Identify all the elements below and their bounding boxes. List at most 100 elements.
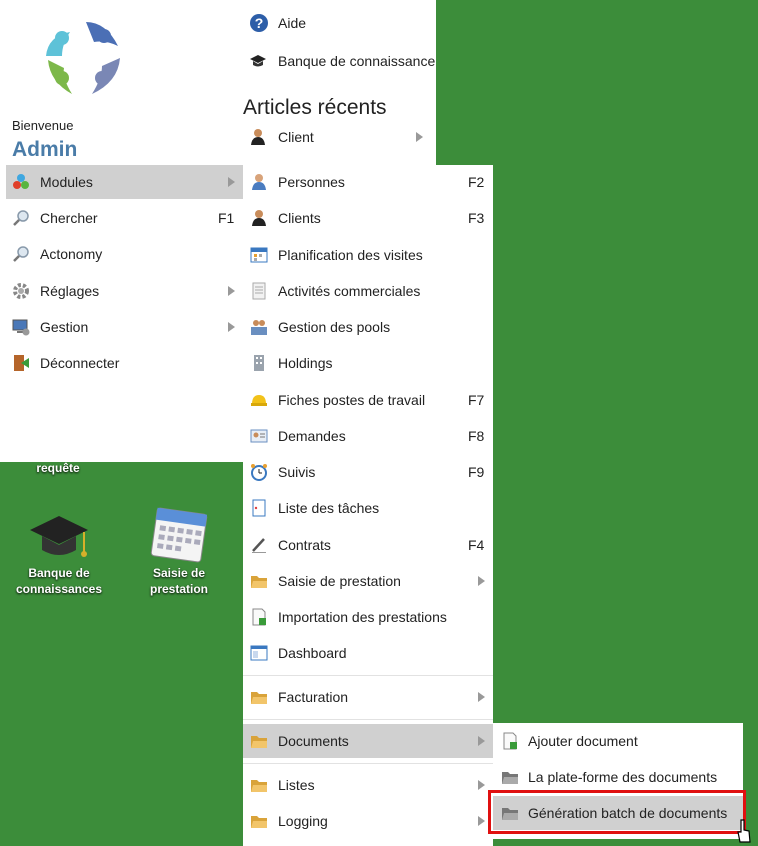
menu-item-module[interactable]: Dashboard [243, 636, 493, 670]
submenu-arrow-icon [478, 576, 485, 586]
hard-hat-icon [251, 395, 267, 406]
menu-item-label: Client [278, 129, 314, 145]
menu-item-banque-connaissance[interactable]: Banque de connaissance [243, 44, 436, 78]
menu-item-label: Facturation [278, 689, 349, 705]
shortcut-key: F2 [468, 174, 485, 190]
shortcut-key: F3 [468, 210, 485, 226]
graduation-cap-icon [30, 516, 88, 557]
menu-item-module[interactable]: Planification des visites [243, 238, 493, 272]
menu-item-label: Demandes [278, 428, 346, 444]
shortcut-key: F4 [468, 537, 485, 553]
menu-item-module[interactable]: Logging [243, 804, 493, 838]
menu-item-label: Saisie de prestation [278, 573, 401, 589]
cubes-icon [13, 174, 29, 189]
folder-gray-icon [502, 772, 518, 784]
menu-item-label: Déconnecter [40, 355, 120, 371]
menu-item-actonomy[interactable]: Actonomy [6, 237, 243, 271]
client-icon [252, 210, 266, 226]
menu-item-module[interactable]: Demandes F8 [243, 419, 493, 453]
menu-separator [243, 763, 493, 764]
menu-item-module[interactable]: Facturation [243, 680, 493, 714]
hand-cursor-icon [737, 819, 751, 843]
menu-item-label: Réglages [40, 283, 100, 299]
graduation-cap-icon [250, 55, 266, 67]
menu-item-module[interactable]: Saisie de prestation [243, 564, 493, 598]
menu-item-module[interactable]: Fiches postes de travail F7 [243, 383, 493, 417]
menu-item-label: Planification des visites [278, 247, 423, 263]
calendar-icon [150, 507, 208, 563]
menu-item-label: Modules [40, 174, 93, 190]
menu-item-label: La plate-forme des documents [528, 769, 718, 785]
menu-item-reglages[interactable]: Réglages [6, 274, 243, 308]
person-icon [252, 174, 266, 190]
menu-item-label: Gestion [40, 319, 89, 335]
submenu-arrow-icon [478, 692, 485, 702]
folder-icon [251, 692, 267, 704]
menu-item-plateforme-documents[interactable]: La plate-forme des documents [493, 760, 743, 794]
submenu-arrow-icon [478, 816, 485, 826]
shortcut-key: F1 [218, 210, 235, 226]
shortcut-key: F9 [468, 464, 485, 480]
menu-item-label: Listes [278, 777, 315, 793]
submenu-arrow-icon [416, 132, 423, 142]
menu-item-module[interactable]: Suivis F9 [243, 455, 493, 489]
menu-item-recent-client[interactable]: Client [243, 120, 436, 154]
task-list-icon [252, 499, 266, 517]
menu-item-deconnecter[interactable]: Déconnecter [6, 346, 243, 380]
svg-text:?: ? [255, 15, 264, 31]
dashboard-icon [250, 645, 268, 661]
menu-item-label: Documents [278, 733, 349, 749]
id-card-icon [250, 429, 268, 443]
menu-item-module[interactable]: Documents [243, 724, 493, 758]
submenu-arrow-icon [228, 177, 235, 187]
menu-item-label: Clients [278, 210, 321, 226]
menu-item-gestion[interactable]: Gestion [6, 310, 243, 344]
shortcut-key: F7 [468, 392, 485, 408]
menu-item-label: Dashboard [278, 645, 347, 661]
menu-item-label: Suivis [278, 464, 316, 480]
menu-item-ajouter-document[interactable]: Ajouter document [493, 724, 743, 758]
menu-item-module[interactable]: Listes [243, 768, 493, 802]
menu-item-chercher[interactable]: Chercher F1 [6, 201, 243, 235]
document-lines-icon [252, 282, 266, 300]
menu-item-label: Actonomy [40, 246, 103, 262]
menu-item-label: Aide [278, 15, 307, 31]
user-menu-panel: Bienvenue Admin Modules Chercher F1 Acto… [0, 0, 243, 462]
menu-item-label: Banque de connaissance [278, 53, 436, 69]
group-icon [251, 320, 267, 335]
calendar-grid-icon [250, 247, 268, 263]
menu-item-label: Gestion des pools [278, 319, 391, 335]
menu-item-module[interactable]: Liste des tâches [243, 491, 493, 525]
submenu-arrow-icon [478, 780, 485, 790]
submenu-arrow-icon [478, 736, 485, 746]
import-document-icon [252, 608, 266, 626]
alarm-clock-icon [251, 464, 267, 481]
gear-icon [13, 283, 29, 299]
menu-item-label: Ajouter document [528, 733, 638, 749]
menu-item-aide[interactable]: ? Aide [243, 6, 436, 40]
menu-item-module[interactable]: Activités commerciales [243, 274, 493, 308]
menu-separator [243, 675, 493, 676]
pen-icon [252, 538, 266, 553]
menu-item-modules[interactable]: Modules [6, 165, 243, 199]
menu-item-module[interactable]: Clients F3 [243, 201, 493, 235]
menu-item-module[interactable]: Gestion des pools [243, 310, 493, 344]
menu-item-module[interactable]: Holdings [243, 346, 493, 380]
menu-item-label: Fiches postes de travail [278, 392, 426, 408]
menu-item-module[interactable]: Importation des prestations [243, 600, 493, 634]
menu-item-module[interactable]: Personnes F2 [243, 165, 493, 199]
folder-icon [251, 736, 267, 748]
desktop-icon-label-partial: requête [36, 461, 80, 475]
menu-item-label: Activités commerciales [278, 283, 421, 299]
menu-item-label: Personnes [278, 174, 345, 190]
menu-item-label: Importation des prestations [278, 609, 447, 625]
folder-icon [251, 816, 267, 828]
desktop-shortcut-line2: connaissances [15, 582, 103, 596]
menu-separator [243, 719, 493, 720]
help-icon: ? [250, 14, 268, 32]
username: Admin [12, 138, 78, 161]
desktop-shortcut-line1: Saisie de [152, 566, 206, 580]
menu-item-label: Liste des tâches [278, 500, 380, 516]
menu-item-module[interactable]: Contrats F4 [243, 528, 493, 562]
add-document-icon [503, 732, 517, 750]
